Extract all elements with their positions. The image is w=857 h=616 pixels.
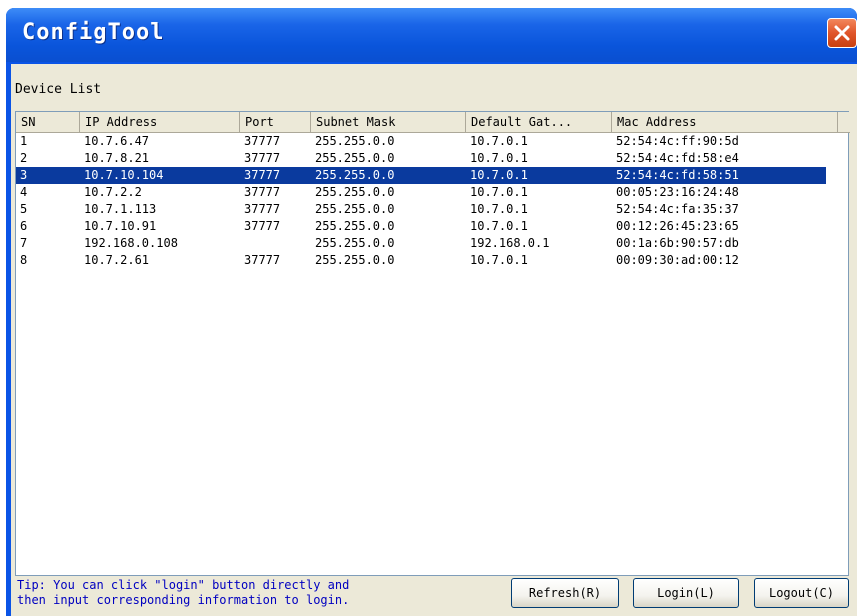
cell-ip-address: 10.7.8.21 — [84, 151, 150, 165]
cell-subnet-mask: 255.255.0.0 — [315, 202, 395, 216]
column-header-sn[interactable]: SN — [16, 112, 80, 132]
tip-line-1: Tip: You can click "login" button direct… — [17, 578, 350, 592]
login-button[interactable]: Login(L) — [633, 578, 739, 608]
cell-ip-address: 10.7.2.2 — [84, 185, 142, 199]
cell-sn: 8 — [20, 253, 28, 267]
cell-port: 37777 — [244, 253, 281, 267]
cell-ip-address: 10.7.10.104 — [84, 168, 164, 182]
cell-sn: 2 — [20, 151, 28, 165]
cell-default-gateway: 192.168.0.1 — [470, 236, 550, 250]
table-row[interactable]: 5 10.7.1.113 37777 255.255.0.0 10.7.0.1 52:54… — [16, 201, 826, 218]
cell-default-gateway: 10.7.0.1 — [470, 202, 528, 216]
cell-default-gateway: 10.7.0.1 — [470, 134, 528, 148]
table-row[interactable]: 1 10.7.6.47 37777 255.255.0.0 10.7.0.1 52:54:… — [16, 133, 826, 150]
cell-sn: 5 — [20, 202, 28, 216]
cell-port: 37777 — [244, 168, 281, 182]
column-header-ip-address[interactable]: IP Address — [80, 112, 240, 132]
cell-port: 37777 — [244, 219, 281, 233]
cell-port: 37777 — [244, 185, 281, 199]
title-bar[interactable]: ConfigTool — [6, 8, 857, 62]
cell-default-gateway: 10.7.0.1 — [470, 168, 528, 182]
cell-subnet-mask: 255.255.0.0 — [315, 134, 395, 148]
cell-ip-address: 10.7.6.47 — [84, 134, 150, 148]
cell-mac-address: 52:54:4c:fd:58:51 — [616, 168, 739, 182]
cell-subnet-mask: 255.255.0.0 — [315, 151, 395, 165]
cell-ip-address: 10.7.2.61 — [84, 253, 150, 267]
logout-button[interactable]: Logout(C) — [754, 578, 849, 608]
cell-mac-address: 52:54:4c:fa:35:37 — [616, 202, 739, 216]
column-header-mac-address[interactable]: Mac Address — [612, 112, 838, 132]
column-header-subnet-mask[interactable]: Subnet Mask — [311, 112, 466, 132]
cell-subnet-mask: 255.255.0.0 — [315, 253, 395, 267]
cell-mac-address: 00:12:26:45:23:65 — [616, 219, 739, 233]
table-row[interactable]: 4 10.7.2.2 37777 255.255.0.0 10.7.0.1 00:05:2… — [16, 184, 826, 201]
column-header-default-gateway[interactable]: Default Gat... — [466, 112, 612, 132]
cell-default-gateway: 10.7.0.1 — [470, 151, 528, 165]
cell-default-gateway: 10.7.0.1 — [470, 185, 528, 199]
cell-subnet-mask: 255.255.0.0 — [315, 219, 395, 233]
cell-ip-address: 192.168.0.108 — [84, 236, 178, 250]
cell-port — [244, 235, 309, 252]
cell-sn: 3 — [20, 168, 28, 182]
cell-mac-address: 52:54:4c:fd:58:e4 — [616, 151, 739, 165]
cell-port: 37777 — [244, 134, 281, 148]
device-list-header: SN IP Address Port Subnet Mask Default Gat..… — [16, 112, 850, 133]
cell-port: 37777 — [244, 151, 281, 165]
tip-text: Tip: You can click "login" button direct… — [17, 578, 349, 608]
cell-default-gateway: 10.7.0.1 — [470, 219, 528, 233]
cell-sn: 4 — [20, 185, 28, 199]
cell-mac-address: 00:1a:6b:90:57:db — [616, 236, 739, 250]
refresh-button[interactable]: Refresh(R) — [511, 578, 619, 608]
cell-port: 37777 — [244, 202, 281, 216]
device-list-table[interactable]: SN IP Address Port Subnet Mask Default Gat..… — [15, 111, 850, 576]
table-row[interactable]: 7 192.168.0.108 255.255.0.0 192.168.0.1 00:1… — [16, 235, 826, 252]
column-header-filler — [838, 112, 850, 132]
table-row[interactable]: 2 10.7.8.21 37777 255.255.0.0 10.7.0.1 52:54:… — [16, 150, 826, 167]
cell-subnet-mask: 255.255.0.0 — [315, 185, 395, 199]
configtool-window: ConfigTool Device List SN IP Address Port S… — [6, 8, 857, 616]
cell-subnet-mask: 255.255.0.0 — [315, 168, 395, 182]
tip-line-2: then input corresponding information to … — [17, 593, 350, 607]
table-row[interactable]: 6 10.7.10.91 37777 255.255.0.0 10.7.0.1 00:12… — [16, 218, 826, 235]
table-row[interactable]: 8 10.7.2.61 37777 255.255.0.0 10.7.0.1 00:09:… — [16, 252, 826, 269]
close-x-icon — [834, 25, 850, 41]
table-row[interactable]: 3 10.7.10.104 37777 255.255.0.0 10.7.0.1 52:5… — [16, 167, 826, 184]
cell-sn: 6 — [20, 219, 28, 233]
cell-mac-address: 00:09:30:ad:00:12 — [616, 253, 739, 267]
close-button[interactable] — [827, 18, 857, 48]
device-list-label: Device List — [15, 82, 102, 97]
column-header-port[interactable]: Port — [240, 112, 311, 132]
cell-mac-address: 52:54:4c:ff:90:5d — [616, 134, 739, 148]
window-title: ConfigTool — [22, 20, 165, 45]
cell-ip-address: 10.7.1.113 — [84, 202, 157, 216]
cell-mac-address: 00:05:23:16:24:48 — [616, 185, 739, 199]
cell-ip-address: 10.7.10.91 — [84, 219, 157, 233]
cell-sn: 1 — [20, 134, 28, 148]
cell-sn: 7 — [20, 236, 28, 250]
cell-subnet-mask: 255.255.0.0 — [315, 236, 395, 250]
cell-default-gateway: 10.7.0.1 — [470, 253, 528, 267]
client-area: Device List SN IP Address Port Subnet Mask D… — [11, 64, 857, 616]
